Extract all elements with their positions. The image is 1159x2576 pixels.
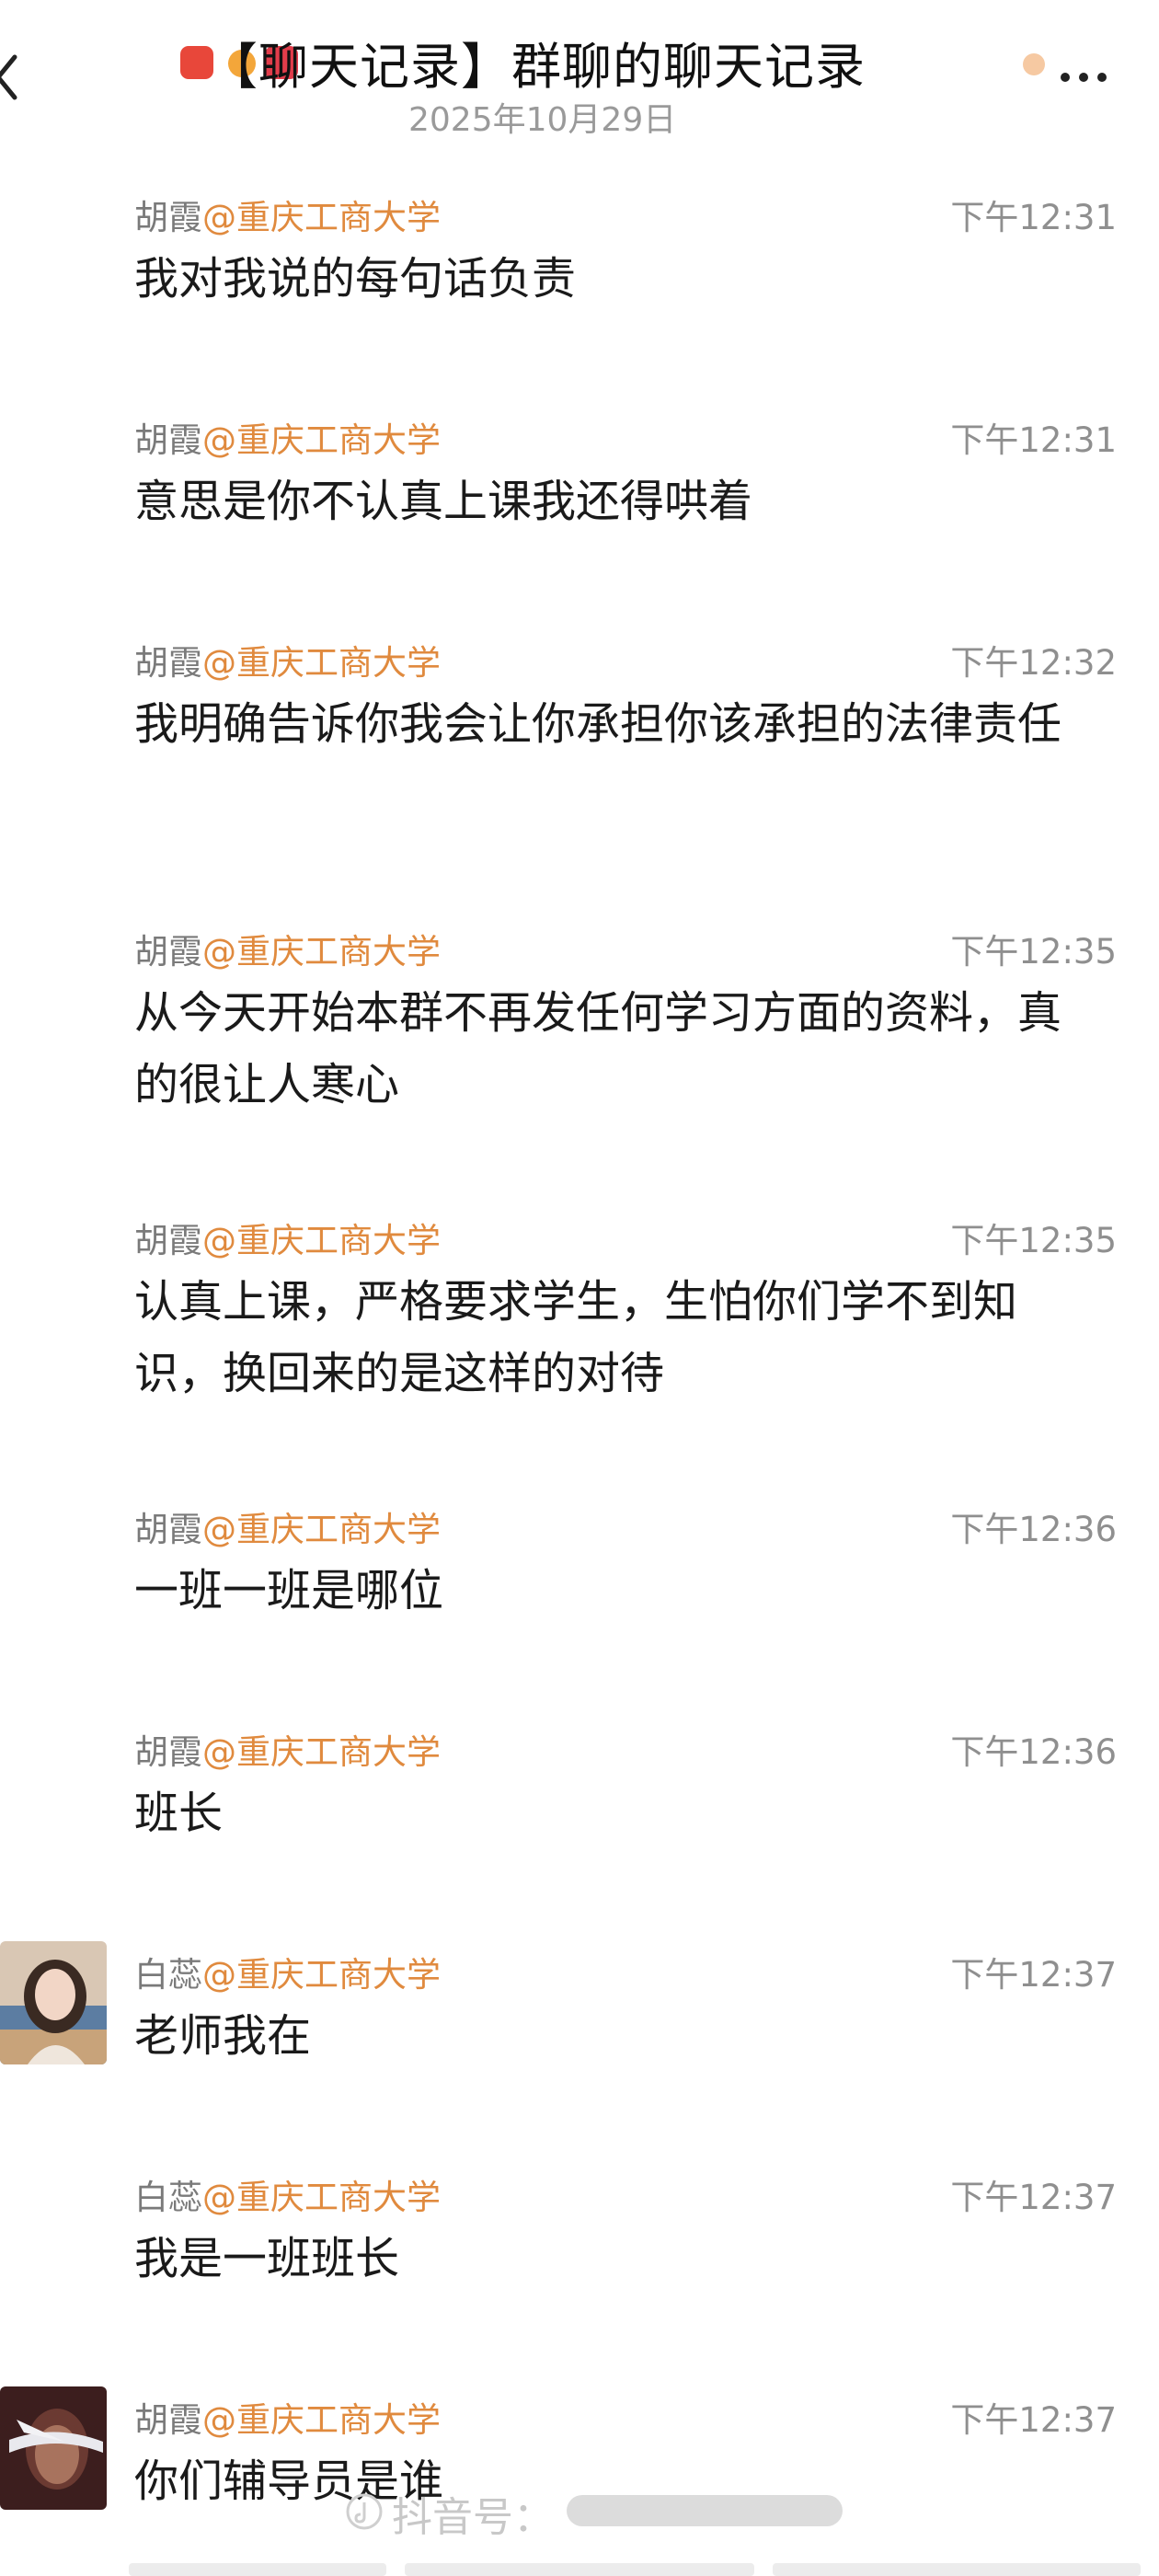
sender-org: @重庆工商大学 (202, 643, 441, 683)
avatar[interactable] (0, 1941, 107, 2064)
message-time: 下午12:36 (950, 1732, 1117, 1772)
bottom-tab[interactable] (773, 2563, 1141, 2576)
message-text: 一班一班是哪位 (134, 1565, 444, 1616)
sender-name: 白蕊 (134, 2178, 202, 2217)
more-dots-icon[interactable] (1049, 55, 1141, 83)
bottom-tab[interactable] (129, 2563, 386, 2576)
avatar-image (0, 2386, 107, 2510)
avatar-image (0, 1941, 107, 2064)
sender-name: 胡霞 (134, 932, 202, 972)
message-time: 下午12:35 (950, 1221, 1117, 1260)
chat-date: 2025年10月29日 (408, 101, 677, 139)
message-text: 我是一班班长 (134, 2233, 400, 2284)
message-meta: 胡霞@重庆工商大学 (134, 1213, 441, 1262)
message-time: 下午12:31 (950, 198, 1117, 237)
sender-org: @重庆工商大学 (202, 2400, 441, 2440)
sender-org: @重庆工商大学 (202, 2178, 441, 2217)
sender-name: 胡霞 (134, 1510, 202, 1549)
message-time: 下午12:32 (950, 643, 1117, 683)
chat-title: 【聊天记录】群聊的聊天记录 (208, 38, 866, 96)
sender-org: @重庆工商大学 (202, 1221, 441, 1260)
sender-name: 胡霞 (134, 2400, 202, 2440)
message-meta: 胡霞@重庆工商大学 (134, 1724, 441, 1774)
sender-name: 胡霞 (134, 1732, 202, 1772)
message-text: 老师我在 (134, 2010, 312, 2062)
bottom-bar (129, 2563, 1141, 2576)
floating-toggle[interactable] (1023, 53, 1045, 75)
douyin-logo-icon (346, 2493, 383, 2530)
message-time: 下午12:35 (950, 932, 1117, 972)
message-time: 下午12:36 (950, 1510, 1117, 1549)
message-text: 意思是你不认真上课我还得哄着 (134, 476, 753, 527)
message-time: 下午12:37 (950, 2400, 1117, 2440)
message-time: 下午12:37 (950, 2178, 1117, 2217)
message-text: 我对我说的每句话负责 (134, 253, 577, 305)
top-bar: 【聊天记录】群聊的聊天记录 2025年10月29日 (0, 0, 1159, 139)
message-text: 从今天开始本群不再发任何学习方面的资料，真的很让人寒心 (134, 987, 1062, 1110)
message-meta: 白蕊@重庆工商大学 (134, 1947, 441, 1996)
sender-org: @重庆工商大学 (202, 420, 441, 460)
message-text: 认真上课，严格要求学生，生怕你们学不到知识，换回来的是这样的对待 (134, 1276, 1018, 1399)
sender-org: @重庆工商大学 (202, 198, 441, 237)
message-meta: 胡霞@重庆工商大学 (134, 190, 441, 239)
message-meta: 胡霞@重庆工商大学 (134, 635, 441, 684)
message-time: 下午12:37 (950, 1955, 1117, 1995)
sender-org: @重庆工商大学 (202, 1510, 441, 1549)
sender-name: 胡霞 (134, 198, 202, 237)
message-meta: 胡霞@重庆工商大学 (134, 2392, 441, 2442)
sender-org: @重庆工商大学 (202, 1955, 441, 1995)
message-text: 班长 (134, 1788, 224, 1839)
sender-org: @重庆工商大学 (202, 932, 441, 972)
bottom-tab[interactable] (405, 2563, 754, 2576)
sender-org: @重庆工商大学 (202, 1732, 441, 1772)
message-time: 下午12:31 (950, 420, 1117, 460)
avatar[interactable] (0, 2386, 107, 2510)
sender-name: 胡霞 (134, 1221, 202, 1260)
sender-name: 胡霞 (134, 643, 202, 683)
sender-name: 白蕊 (134, 1955, 202, 1995)
back-chevron-icon[interactable] (0, 50, 22, 105)
message-meta: 白蕊@重庆工商大学 (134, 2169, 441, 2219)
sender-name: 胡霞 (134, 420, 202, 460)
message-meta: 胡霞@重庆工商大学 (134, 924, 441, 973)
message-text: 我明确告诉你我会让你承担你该承担的法律责任 (134, 698, 1062, 750)
watermark-text: 抖音号： (392, 2494, 554, 2541)
message-meta: 胡霞@重庆工商大学 (134, 1501, 441, 1551)
watermark-id-redacted (567, 2495, 843, 2526)
message-meta: 胡霞@重庆工商大学 (134, 412, 441, 462)
